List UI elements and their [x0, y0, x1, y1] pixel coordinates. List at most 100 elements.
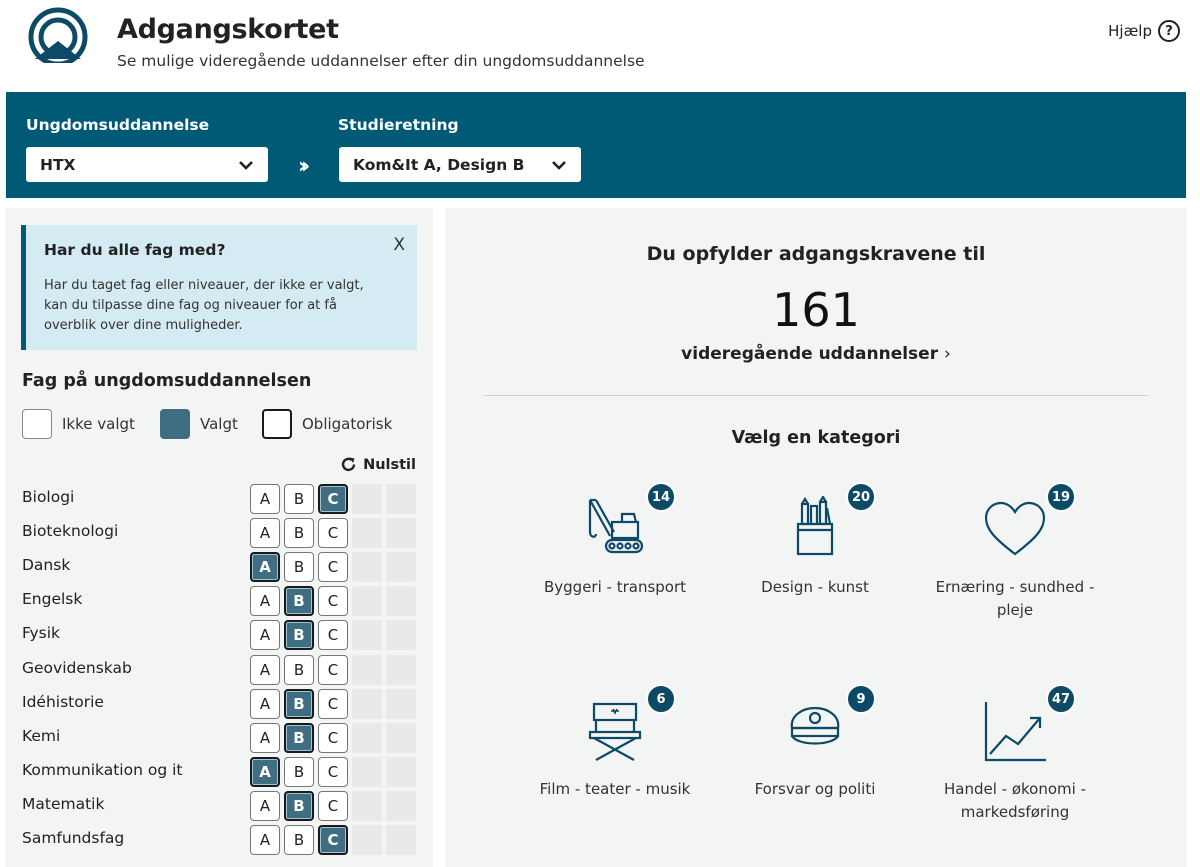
- level-c-button[interactable]: C: [318, 620, 348, 651]
- level-b-button[interactable]: B: [284, 586, 314, 617]
- results-count: 161: [772, 283, 860, 337]
- direction-select-value: Kom&It A, Design B: [353, 155, 525, 174]
- level-c-button[interactable]: C: [318, 790, 348, 821]
- category-label: Handel - økonomi - markedsføring: [944, 780, 1086, 821]
- empty-level-slot: [386, 552, 416, 583]
- category-ernaering-sundhed-pleje[interactable]: 19 Ernæring - sundhed - pleje: [930, 482, 1100, 666]
- category-label: Design - kunst: [761, 578, 869, 596]
- category-label: Film - teater - musik: [539, 780, 691, 798]
- reset-button[interactable]: Nulstil: [340, 456, 416, 473]
- reset-label: Nulstil: [363, 456, 416, 473]
- empty-level-slot: [352, 722, 382, 753]
- legend-selected-label: Valgt: [200, 415, 238, 433]
- level-b-button[interactable]: B: [284, 654, 314, 685]
- category-count-badge: 19: [1046, 482, 1076, 512]
- education-select[interactable]: HTX: [26, 147, 268, 182]
- level-a-button[interactable]: A: [250, 620, 280, 651]
- subject-row: Samfundsfag A B C: [22, 823, 417, 855]
- level-b-button[interactable]: B: [284, 484, 314, 514]
- level-c-button[interactable]: C: [318, 654, 348, 685]
- level-c-button[interactable]: C: [318, 552, 348, 583]
- category-film-teater-musik[interactable]: 6 Film - teater - musik: [530, 684, 700, 867]
- level-b-button[interactable]: B: [284, 518, 314, 549]
- category-forsvar-og-politi[interactable]: 9 Forsvar og politi: [730, 684, 900, 867]
- subject-name: Kommunikation og it: [22, 760, 183, 779]
- category-count-badge: 14: [646, 482, 676, 512]
- empty-level-slot: [386, 756, 416, 787]
- subject-name: Biologi: [22, 488, 75, 506]
- educations-link[interactable]: videregående uddannelser ›: [446, 344, 1186, 364]
- category-byggeri-transport[interactable]: 14 Byggeri - transport: [530, 482, 700, 666]
- level-b-button[interactable]: B: [284, 688, 314, 719]
- chevron-right-icon: ›: [944, 344, 951, 364]
- chevron-down-icon: [239, 160, 253, 170]
- level-b-button[interactable]: B: [284, 722, 314, 753]
- level-c-button[interactable]: C: [318, 484, 348, 514]
- level-b-button[interactable]: B: [284, 756, 314, 787]
- subject-name: Dansk: [22, 556, 71, 575]
- level-a-button[interactable]: A: [250, 790, 280, 821]
- empty-level-slot: [386, 484, 416, 514]
- education-select-value: HTX: [40, 155, 76, 174]
- level-c-button[interactable]: C: [318, 756, 348, 787]
- level-a-button[interactable]: A: [250, 586, 280, 617]
- empty-level-slot: [386, 790, 416, 821]
- category-label: Ernæring - sundhed - pleje: [935, 578, 1095, 619]
- legend-selected-swatch: [160, 409, 190, 439]
- subject-row: Geovidenskab A B C: [22, 653, 417, 685]
- category-design-kunst[interactable]: 20 Design - kunst: [730, 482, 900, 666]
- level-a-button[interactable]: A: [250, 688, 280, 719]
- category-handel-okonomi-markedsforing[interactable]: 47 Handel - økonomi - markedsføring: [930, 684, 1100, 867]
- level-c-button[interactable]: C: [318, 722, 348, 753]
- level-a-button[interactable]: A: [250, 825, 280, 855]
- directors-chair-icon: [588, 702, 642, 761]
- direction-select[interactable]: Kom&It A, Design B: [339, 147, 581, 182]
- info-title: Har du alle fag med?: [44, 241, 226, 259]
- level-a-button[interactable]: A: [250, 756, 280, 787]
- level-a-button[interactable]: A: [250, 552, 280, 583]
- level-b-button[interactable]: B: [284, 620, 314, 651]
- app-header: Adgangskortet Se mulige videregående udd…: [0, 0, 1200, 92]
- subject-name: Matematik: [22, 794, 105, 813]
- empty-level-slot: [352, 552, 382, 583]
- level-a-button[interactable]: A: [250, 484, 280, 514]
- level-b-button[interactable]: B: [284, 790, 314, 821]
- question-circle-icon: ?: [1158, 20, 1180, 42]
- empty-level-slot: [352, 825, 382, 855]
- subject-name: Samfundsfag: [22, 829, 125, 847]
- category-count-badge: 47: [1046, 684, 1076, 714]
- level-c-button[interactable]: C: [318, 518, 348, 549]
- empty-level-slot: [386, 825, 416, 855]
- empty-level-slot: [352, 688, 382, 719]
- info-box: Har du alle fag med? Har du taget fag el…: [21, 225, 417, 350]
- refresh-icon: [341, 457, 356, 472]
- empty-level-slot: [386, 586, 416, 617]
- level-a-button[interactable]: A: [250, 654, 280, 685]
- info-text: Har du taget fag eller niveauer, der ikk…: [44, 278, 364, 333]
- legend: Ikke valgt Valgt Obligatorisk: [22, 409, 422, 439]
- educations-link-label: videregående uddannelser: [681, 344, 939, 364]
- level-c-button[interactable]: C: [318, 688, 348, 719]
- subject-name: Idéhistorie: [22, 692, 104, 711]
- app-title: Adgangskortet: [117, 14, 339, 45]
- category-count-badge: 20: [846, 482, 876, 512]
- level-a-button[interactable]: A: [250, 722, 280, 753]
- level-a-button[interactable]: A: [250, 518, 280, 549]
- double-chevron-right-icon: ››: [298, 154, 310, 179]
- level-b-button[interactable]: B: [284, 552, 314, 583]
- level-c-button[interactable]: C: [318, 586, 348, 617]
- help-link[interactable]: Hjælp ?: [1108, 20, 1180, 42]
- empty-level-slot: [352, 484, 382, 514]
- level-b-button[interactable]: B: [284, 825, 314, 855]
- close-button[interactable]: X: [393, 235, 405, 255]
- subject-row: Dansk A B C: [22, 550, 417, 583]
- empty-level-slot: [352, 756, 382, 787]
- results-heading: Du opfylder adgangskravene til: [646, 243, 986, 265]
- empty-level-slot: [352, 586, 382, 617]
- level-c-button[interactable]: C: [318, 825, 348, 855]
- divider: [484, 395, 1148, 396]
- subject-row: Biologi A B C: [22, 482, 417, 514]
- crane-icon: [588, 498, 644, 554]
- category-title: Vælg en kategori: [731, 428, 901, 448]
- subject-row: Engelsk A B C: [22, 584, 417, 617]
